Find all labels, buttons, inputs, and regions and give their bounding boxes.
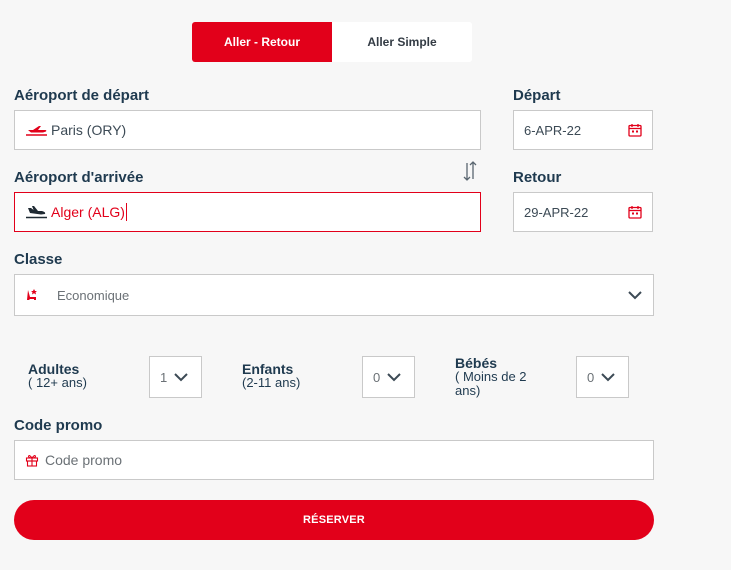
calendar-icon: [628, 124, 642, 137]
children-label: Enfants: [242, 361, 294, 377]
tab-round-trip[interactable]: Aller - Retour: [192, 22, 332, 62]
return-date-value: 29-APR-22: [524, 204, 589, 220]
adults-label: Adultes: [28, 361, 80, 377]
swap-arrows-icon[interactable]: [462, 160, 478, 182]
gift-icon: [25, 455, 39, 467]
return-date-field[interactable]: 29-APR-22: [513, 192, 653, 232]
reserve-button[interactable]: RÉSERVER: [14, 500, 654, 540]
plane-takeoff-icon: [26, 126, 47, 136]
infants-value: 0: [587, 369, 595, 385]
promo-code-label: Code promo: [14, 417, 103, 434]
tab-one-way[interactable]: Aller Simple: [332, 22, 472, 62]
text-cursor: [125, 203, 127, 221]
return-date-label: Retour: [513, 169, 562, 186]
promo-code-field[interactable]: Code promo: [14, 440, 654, 480]
chevron-down-icon: [174, 373, 188, 382]
chevron-down-icon: [601, 373, 615, 382]
cabin-class-select[interactable]: Economique: [14, 274, 654, 316]
adults-sub: ( 12+ ans): [28, 375, 87, 390]
infants-group: Bébés ( Moins de 2 ans): [455, 356, 555, 398]
arrival-airport-value: Alger (ALG): [51, 204, 125, 220]
children-group: Enfants (2-11 ans): [242, 362, 352, 390]
adults-value: 1: [160, 369, 168, 385]
chevron-down-icon: [628, 291, 642, 300]
departure-airport-field[interactable]: Paris (ORY): [14, 110, 481, 150]
arrival-airport-label: Aéroport d'arrivée: [14, 169, 144, 186]
children-value: 0: [373, 369, 381, 385]
adults-group: Adultes ( 12+ ans): [28, 362, 138, 390]
departure-date-label: Départ: [513, 87, 561, 104]
infants-select[interactable]: 0: [576, 356, 629, 398]
seat-icon: [27, 289, 37, 300]
trip-type-toggle: Aller - Retour Aller Simple: [192, 22, 472, 62]
arrival-airport-field[interactable]: Alger (ALG): [14, 192, 481, 232]
children-sub: (2-11 ans): [242, 375, 301, 390]
promo-code-placeholder: Code promo: [45, 452, 123, 468]
calendar-icon: [628, 206, 642, 219]
infants-label: Bébés: [455, 355, 498, 371]
cabin-class-label: Classe: [14, 251, 63, 268]
cabin-class-value: Economique: [57, 287, 130, 303]
departure-airport-value: Paris (ORY): [51, 122, 127, 138]
children-select[interactable]: 0: [362, 356, 415, 398]
adults-select[interactable]: 1: [149, 356, 202, 398]
plane-landing-icon: [26, 206, 47, 219]
departure-date-field[interactable]: 6-APR-22: [513, 110, 653, 150]
departure-airport-label: Aéroport de départ: [14, 87, 150, 104]
infants-sub: ( Moins de 2 ans): [455, 369, 527, 398]
departure-date-value: 6-APR-22: [524, 122, 582, 138]
chevron-down-icon: [387, 373, 401, 382]
